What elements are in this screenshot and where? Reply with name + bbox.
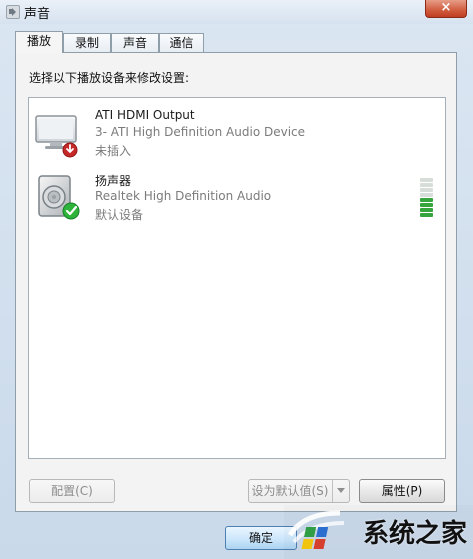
- meter-segment: [420, 183, 433, 187]
- meter-segment: [420, 203, 433, 207]
- window-title: 声音: [24, 7, 51, 22]
- playback-device-list[interactable]: ATI HDMI Output 3- ATI High Definition A…: [28, 97, 446, 459]
- device-name: ATI HDMI Output: [95, 108, 195, 122]
- device-description: Realtek High Definition Audio: [95, 189, 272, 203]
- tab-communications[interactable]: 通信: [159, 33, 204, 52]
- meter-segment: [420, 178, 433, 182]
- speaker-app-icon: [6, 5, 20, 19]
- device-instruction: 选择以下播放设备来修改设置:: [29, 71, 190, 85]
- device-status: 默认设备: [95, 208, 144, 222]
- monitor-speaker-icon: [35, 115, 78, 158]
- playback-panel: 选择以下播放设备来修改设置: ATI HDMI Output 3- ATI Hi…: [15, 52, 457, 512]
- device-status: 未插入: [95, 144, 132, 158]
- volume-level-meter: [420, 178, 433, 217]
- windows-logo-icon: [287, 510, 345, 549]
- configure-button[interactable]: 配置(C): [29, 479, 115, 503]
- tab-playback[interactable]: 播放: [15, 31, 63, 53]
- title-bar: 声音 ×: [0, 0, 473, 24]
- sound-dialog: 声音 × 播放 录制 声音 通信 选择以下播放设备来修改设置: ATI HDMI…: [0, 0, 473, 559]
- meter-segment: [420, 213, 433, 217]
- set-default-label: 设为默认值(S): [251, 484, 329, 498]
- close-button[interactable]: ×: [425, 0, 467, 18]
- meter-segment: [420, 208, 433, 212]
- set-default-button[interactable]: 设为默认值(S): [248, 479, 350, 503]
- properties-button[interactable]: 属性(P): [359, 479, 445, 503]
- site-watermark: 系统之家: [284, 505, 473, 559]
- speaker-icon: [38, 175, 80, 220]
- chevron-down-icon[interactable]: [332, 480, 349, 502]
- watermark-text: 系统之家: [363, 519, 468, 549]
- device-row-ati-hdmi[interactable]: ATI HDMI Output 3- ATI High Definition A…: [29, 108, 445, 170]
- tab-recording[interactable]: 录制: [63, 33, 111, 52]
- meter-segment: [420, 193, 433, 197]
- device-row-speakers[interactable]: 扬声器 Realtek High Definition Audio 默认设备: [29, 172, 445, 234]
- meter-segment: [420, 198, 433, 202]
- tab-sounds[interactable]: 声音: [111, 33, 159, 52]
- device-name: 扬声器: [95, 174, 132, 188]
- meter-segment: [420, 188, 433, 192]
- device-description: 3- ATI High Definition Audio Device: [95, 125, 306, 139]
